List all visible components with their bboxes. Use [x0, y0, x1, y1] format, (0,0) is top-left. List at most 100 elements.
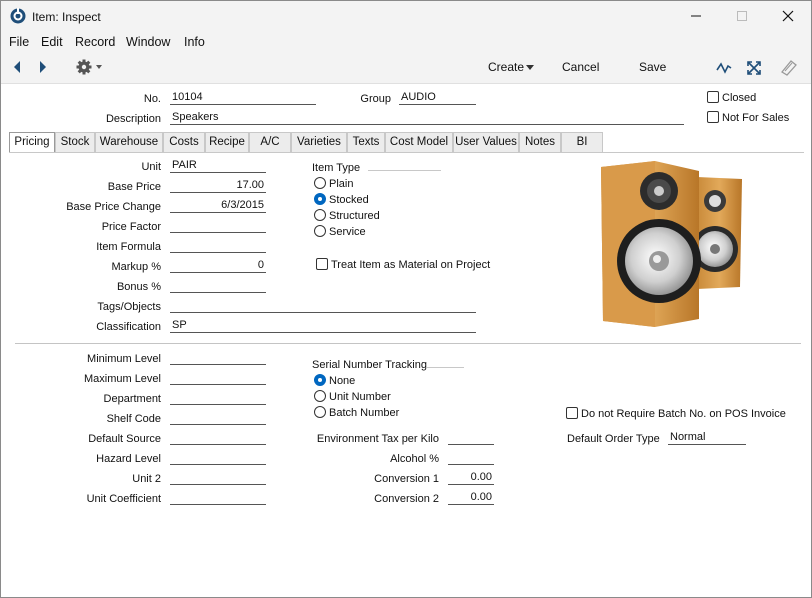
serial-none-label: None	[329, 375, 356, 387]
not-for-sales-checkbox[interactable]	[707, 111, 719, 123]
item-type-label: Item Type	[312, 162, 361, 174]
unit-2-field[interactable]	[170, 471, 266, 485]
shelf-code-label: Shelf Code	[106, 413, 161, 425]
group-label: Group	[360, 93, 391, 105]
unit-coefficient-field[interactable]	[170, 491, 266, 505]
no-batch-pos-label: Do not Require Batch No. on POS Invoice	[581, 408, 786, 420]
no-field[interactable]: 10104	[170, 91, 316, 105]
tab-costs[interactable]: Costs	[163, 132, 205, 152]
description-field[interactable]: Speakers	[170, 111, 684, 125]
maximize-icon[interactable]	[727, 5, 757, 27]
menu-edit[interactable]: Edit	[41, 35, 63, 49]
shelf-code-field[interactable]	[170, 411, 266, 425]
classification-label: Classification	[96, 321, 161, 333]
minimize-icon[interactable]	[681, 5, 711, 27]
description-label: Description	[105, 113, 161, 125]
alcohol-field[interactable]	[448, 451, 494, 465]
menu-info[interactable]: Info	[184, 35, 205, 49]
menu-window[interactable]: Window	[126, 35, 170, 49]
tab-cost-model[interactable]: Cost Model	[385, 132, 453, 152]
serial-unit-number-label: Unit Number	[329, 391, 391, 403]
minimum-level-field[interactable]	[170, 351, 266, 365]
unit-2-label: Unit 2	[132, 473, 161, 485]
serial-batch-number-radio[interactable]	[314, 406, 326, 418]
activity-icon[interactable]	[716, 60, 732, 76]
tab-recipe[interactable]: Recipe	[205, 132, 249, 152]
tab-varieties[interactable]: Varieties	[291, 132, 347, 152]
base-price-change-field[interactable]: 6/3/2015	[170, 199, 266, 213]
serial-unit-number-radio[interactable]	[314, 390, 326, 402]
bonus-field[interactable]	[170, 279, 266, 293]
serial-batch-number-label: Batch Number	[329, 407, 400, 419]
item-formula-field[interactable]	[170, 239, 266, 253]
close-icon[interactable]	[773, 5, 803, 27]
tab-texts[interactable]: Texts	[347, 132, 385, 152]
cancel-button[interactable]: Cancel	[562, 60, 599, 74]
serial-none-radio[interactable]	[314, 374, 326, 386]
closed-checkbox[interactable]	[707, 91, 719, 103]
no-batch-pos-checkbox[interactable]	[566, 407, 578, 419]
tab-bi[interactable]: BI	[561, 132, 603, 152]
tags-objects-field[interactable]	[170, 299, 476, 313]
alcohol-label: Alcohol %	[390, 453, 439, 465]
tags-objects-label: Tags/Objects	[97, 301, 161, 313]
toolbar: Create Cancel Save	[1, 52, 811, 84]
create-button[interactable]: Create	[488, 60, 524, 74]
title-bar: Item: Inspect	[1, 1, 811, 32]
markup-field[interactable]: 0	[170, 259, 266, 273]
item-type-rule	[368, 170, 441, 171]
group-field[interactable]: AUDIO	[399, 91, 476, 105]
price-factor-label: Price Factor	[101, 221, 161, 233]
tab-warehouse[interactable]: Warehouse	[95, 132, 163, 152]
tab-notes[interactable]: Notes	[519, 132, 561, 152]
tab-stock[interactable]: Stock	[55, 132, 95, 152]
tab-pricing[interactable]: Pricing	[9, 132, 55, 153]
unit-field[interactable]: PAIR	[170, 159, 266, 173]
conversion-2-field[interactable]: 0.00	[448, 491, 494, 505]
item-type-structured-label: Structured	[329, 210, 380, 222]
price-factor-field[interactable]	[170, 219, 266, 233]
item-type-plain-radio[interactable]	[314, 177, 326, 189]
not-for-sales-label: Not For Sales	[722, 112, 790, 124]
item-type-structured-radio[interactable]	[314, 209, 326, 221]
maximum-level-field[interactable]	[170, 371, 266, 385]
env-tax-label: Environment Tax per Kilo	[316, 433, 439, 445]
env-tax-field[interactable]	[448, 431, 494, 445]
no-label: No.	[143, 93, 161, 105]
conversion-1-field[interactable]: 0.00	[448, 471, 494, 485]
maximum-level-label: Maximum Level	[83, 373, 161, 385]
tab-ac[interactable]: A/C	[249, 132, 291, 152]
serial-tracking-label: Serial Number Tracking	[312, 359, 427, 371]
app-icon	[10, 8, 26, 24]
treat-as-material-checkbox[interactable]	[316, 258, 328, 270]
hazard-level-label: Hazard Level	[96, 453, 161, 465]
unit-label: Unit	[141, 161, 161, 173]
department-label: Department	[103, 393, 161, 405]
back-arrow-icon[interactable]	[11, 60, 23, 74]
expand-icon[interactable]	[746, 60, 762, 76]
default-order-type-field[interactable]: Normal	[668, 431, 746, 445]
dropdown-arrow-icon[interactable]	[525, 64, 535, 72]
forward-arrow-icon[interactable]	[37, 60, 49, 74]
window-title: Item: Inspect	[32, 10, 101, 24]
base-price-field[interactable]: 17.00	[170, 179, 266, 193]
markup-label: Markup %	[111, 261, 161, 273]
department-field[interactable]	[170, 391, 266, 405]
section-divider	[15, 343, 801, 344]
tab-user-values[interactable]: User Values	[453, 132, 519, 152]
item-type-stocked-radio[interactable]	[314, 193, 326, 205]
tab-divider	[9, 152, 804, 153]
classification-field[interactable]: SP	[170, 319, 476, 333]
save-button[interactable]: Save	[639, 60, 666, 74]
item-type-service-radio[interactable]	[314, 225, 326, 237]
gear-icon[interactable]	[76, 59, 106, 75]
menu-record[interactable]: Record	[75, 35, 115, 49]
hazard-level-field[interactable]	[170, 451, 266, 465]
item-inspect-window: Item: Inspect File Edit Record Window In…	[0, 0, 812, 598]
conversion-1-label: Conversion 1	[374, 473, 439, 485]
bonus-label: Bonus %	[116, 281, 161, 293]
default-source-field[interactable]	[170, 431, 266, 445]
item-type-stocked-label: Stocked	[329, 194, 369, 206]
menu-file[interactable]: File	[9, 35, 29, 49]
attachment-icon[interactable]	[779, 58, 799, 76]
